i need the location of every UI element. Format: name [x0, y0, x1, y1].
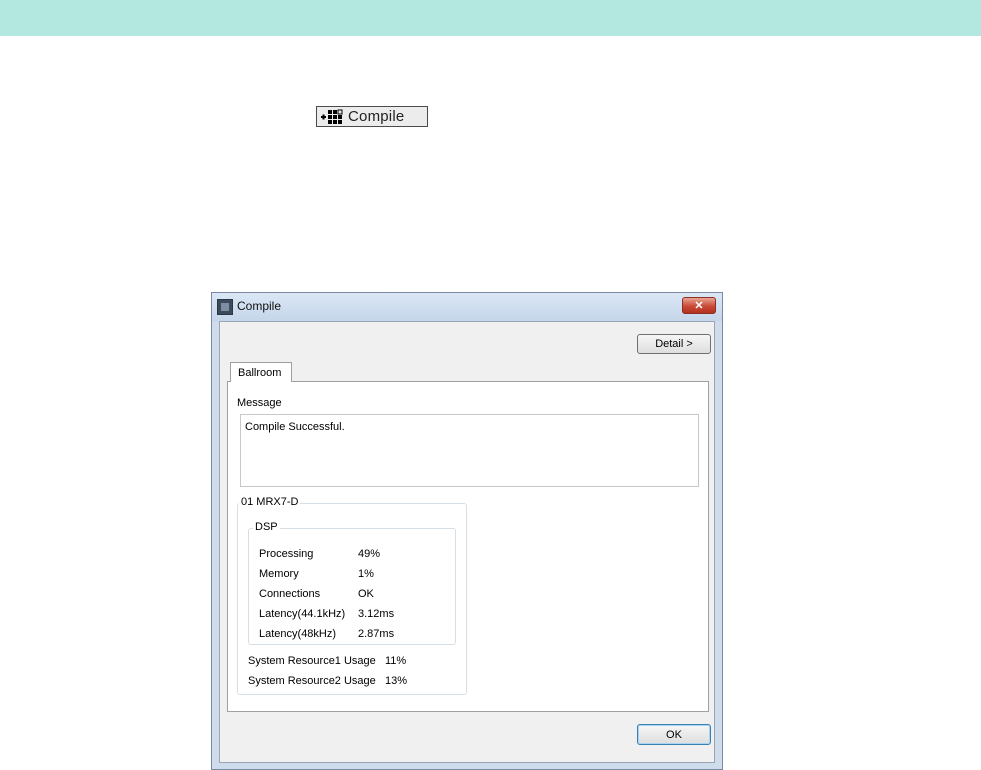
- compile-grid-icon: [321, 109, 345, 125]
- connections-label: Connections: [259, 588, 321, 600]
- header-band: [0, 0, 981, 36]
- compile-toolbar-button[interactable]: Compile: [316, 106, 428, 127]
- connections-value: OK: [358, 588, 374, 600]
- processing-label: Processing: [259, 548, 314, 560]
- message-label: Message: [237, 397, 282, 409]
- dialog-titlebar[interactable]: Compile ✕: [212, 293, 722, 321]
- message-box[interactable]: Compile Successful.: [240, 414, 699, 487]
- compile-dialog: Compile ✕ Detail > Ballroom Message Comp…: [211, 292, 723, 770]
- resource2-value: 13%: [385, 675, 408, 687]
- message-text: Compile Successful.: [245, 421, 345, 433]
- latency-44k-value: 3.12ms: [358, 608, 395, 620]
- resource1-value: 11%: [385, 655, 407, 667]
- latency-48k-label: Latency(48kHz): [259, 628, 337, 640]
- latency-44k-label: Latency(44.1kHz): [259, 608, 346, 620]
- ok-button[interactable]: OK: [637, 724, 711, 745]
- resource1-label: System Resource1 Usage: [248, 655, 376, 667]
- dsp-group: DSP Processing 49% Memory 1% Connections…: [248, 521, 456, 645]
- processing-value: 49%: [358, 548, 381, 560]
- resource2-label: System Resource2 Usage: [248, 675, 376, 687]
- app-icon: [217, 299, 233, 315]
- detail-button[interactable]: Detail >: [637, 334, 711, 354]
- device-group: 01 MRX7-D DSP Processing 49% Memory 1% C…: [237, 496, 467, 695]
- close-icon: ✕: [694, 300, 704, 312]
- tab-ballroom[interactable]: Ballroom: [230, 362, 292, 382]
- device-group-title: 01 MRX7-D: [239, 496, 301, 508]
- dialog-title: Compile: [237, 299, 282, 313]
- memory-label: Memory: [259, 568, 299, 580]
- memory-value: 1%: [358, 568, 374, 580]
- latency-48k-value: 2.87ms: [358, 628, 395, 640]
- close-button[interactable]: ✕: [682, 297, 716, 314]
- tab-panel: Message Compile Successful. 01 MRX7-D DS…: [227, 381, 709, 712]
- dialog-body: Detail > Ballroom Message Compile Succes…: [219, 321, 715, 763]
- dsp-group-title: DSP: [253, 521, 280, 533]
- compile-button-label: Compile: [348, 108, 405, 125]
